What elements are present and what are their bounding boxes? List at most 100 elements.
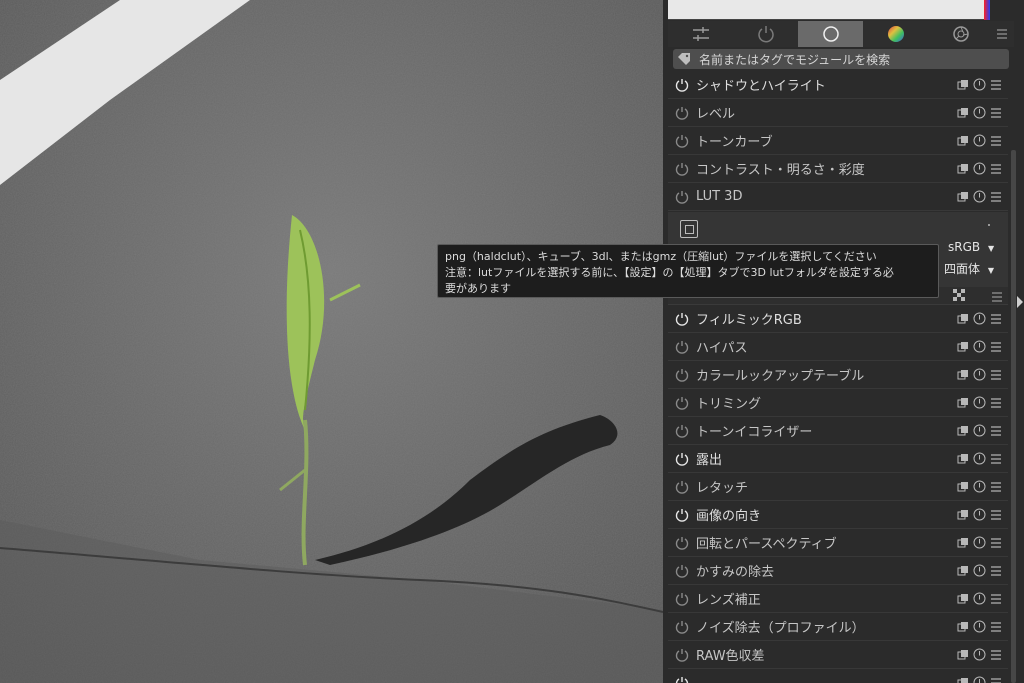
multi-instance-icon[interactable] [957,537,969,549]
presets-menu-icon[interactable] [990,565,1002,577]
module-power-toggle[interactable] [668,106,696,120]
multi-instance-icon[interactable] [957,313,969,325]
image-canvas[interactable] [0,0,663,683]
module-power-toggle[interactable] [668,536,696,550]
tab-active-modules[interactable] [733,21,798,47]
module-search-input[interactable]: 名前またはタグでモジュールを検索 [673,49,1009,69]
tab-effects[interactable] [928,21,993,47]
module-row[interactable]: LUT 3D [668,183,1008,211]
reset-icon[interactable] [973,78,986,91]
histogram[interactable] [668,0,990,20]
reset-icon[interactable] [973,368,986,381]
module-row[interactable]: カラールックアップテーブル [668,361,1008,389]
reset-icon[interactable] [973,134,986,147]
module-row[interactable]: レベル [668,99,1008,127]
module-power-toggle[interactable] [668,368,696,382]
tabs-menu-button[interactable] [993,21,1011,47]
multi-instance-icon[interactable] [957,509,969,521]
module-row[interactable]: 回転とパースペクティブ [668,529,1008,557]
module-power-toggle[interactable] [668,134,696,148]
module-power-toggle[interactable] [668,190,696,204]
presets-menu-icon[interactable] [990,453,1002,465]
module-row[interactable]: トーンイコライザー [668,417,1008,445]
multi-instance-icon[interactable] [957,135,969,147]
presets-menu-icon[interactable] [990,369,1002,381]
reset-icon[interactable] [973,106,986,119]
tab-base[interactable] [798,21,863,47]
module-power-toggle[interactable] [668,340,696,354]
reset-icon[interactable] [973,648,986,661]
module-power-toggle[interactable] [668,162,696,176]
multi-instance-icon[interactable] [957,163,969,175]
panel-collapse-arrow-icon[interactable] [1017,296,1023,308]
module-row[interactable]: かすみの除去 [668,557,1008,585]
reset-icon[interactable] [973,620,986,633]
module-row[interactable]: レタッチ [668,473,1008,501]
presets-menu-icon[interactable] [990,425,1002,437]
multi-instance-icon[interactable] [957,481,969,493]
multi-instance-icon[interactable] [957,593,969,605]
presets-menu-icon[interactable] [990,481,1002,493]
reset-icon[interactable] [973,536,986,549]
module-power-toggle[interactable] [668,452,696,466]
module-row[interactable]: シャドウとハイライト [668,71,1008,99]
reset-icon[interactable] [973,162,986,175]
module-row[interactable] [668,669,1008,683]
presets-menu-icon[interactable] [990,191,1002,203]
multi-instance-icon[interactable] [957,107,969,119]
presets-menu-icon[interactable] [990,107,1002,119]
tab-color[interactable] [863,21,928,47]
reset-icon[interactable] [973,480,986,493]
presets-menu-icon[interactable] [990,593,1002,605]
module-row[interactable]: ハイパス [668,333,1008,361]
reset-icon[interactable] [973,676,986,683]
hamburger-icon[interactable] [991,291,1003,303]
presets-menu-icon[interactable] [990,341,1002,353]
module-power-toggle[interactable] [668,78,696,92]
module-row[interactable]: レンズ補正 [668,585,1008,613]
reset-icon[interactable] [973,396,986,409]
multi-instance-icon[interactable] [957,677,969,683]
presets-menu-icon[interactable] [990,509,1002,521]
reset-icon[interactable] [973,564,986,577]
module-power-toggle[interactable] [668,312,696,326]
multi-instance-icon[interactable] [957,397,969,409]
presets-menu-icon[interactable] [990,313,1002,325]
reset-icon[interactable] [973,508,986,521]
panel-scrollbar[interactable] [1011,150,1016,683]
module-power-toggle[interactable] [668,480,696,494]
presets-menu-icon[interactable] [990,79,1002,91]
multi-instance-icon[interactable] [957,191,969,203]
multi-instance-icon[interactable] [957,649,969,661]
multi-instance-icon[interactable] [957,341,969,353]
lut-file-select-button[interactable] [680,220,698,238]
lut-colorspace-value[interactable]: sRGB ▼ [948,240,994,254]
checker-icon[interactable] [953,289,967,303]
module-row[interactable]: RAW色収差 [668,641,1008,669]
module-power-toggle[interactable] [668,676,696,683]
multi-instance-icon[interactable] [957,369,969,381]
reset-icon[interactable] [973,452,986,465]
module-power-toggle[interactable] [668,648,696,662]
module-power-toggle[interactable] [668,564,696,578]
module-row[interactable]: フィルミックRGB [668,305,1008,333]
reset-icon[interactable] [973,424,986,437]
multi-instance-icon[interactable] [957,621,969,633]
presets-menu-icon[interactable] [990,163,1002,175]
module-row[interactable]: トリミング [668,389,1008,417]
reset-icon[interactable] [973,592,986,605]
multi-instance-icon[interactable] [957,565,969,577]
module-power-toggle[interactable] [668,424,696,438]
module-power-toggle[interactable] [668,508,696,522]
module-power-toggle[interactable] [668,620,696,634]
module-power-toggle[interactable] [668,396,696,410]
tab-quick-access[interactable] [668,21,733,47]
multi-instance-icon[interactable] [957,453,969,465]
reset-icon[interactable] [973,190,986,203]
multi-instance-icon[interactable] [957,425,969,437]
presets-menu-icon[interactable] [990,649,1002,661]
module-row[interactable]: 画像の向き [668,501,1008,529]
presets-menu-icon[interactable] [990,621,1002,633]
presets-menu-icon[interactable] [990,397,1002,409]
module-row[interactable]: 露出 [668,445,1008,473]
